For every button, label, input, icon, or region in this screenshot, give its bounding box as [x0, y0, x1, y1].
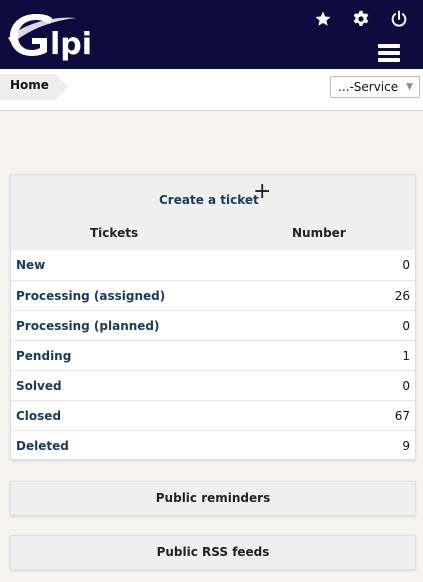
top-bar: lpi: [0, 0, 423, 69]
gear-icon[interactable]: [350, 8, 372, 30]
ticket-count: 0: [402, 379, 410, 393]
ticket-count: 0: [402, 319, 410, 333]
glpi-logo[interactable]: lpi: [6, 8, 98, 62]
public-reminders-label: Public reminders: [155, 491, 271, 505]
entity-select[interactable]: ...-Service ▼: [330, 76, 420, 98]
tickets-panel: Create a ticket + Tickets Number New 0 P…: [10, 174, 416, 460]
table-row: Processing (planned) 0: [11, 310, 415, 340]
star-icon[interactable]: [312, 8, 334, 30]
ticket-count: 0: [402, 258, 410, 272]
tickets-panel-header: Create a ticket + Tickets Number: [11, 175, 415, 250]
power-icon[interactable]: [388, 8, 410, 30]
svg-text:lpi: lpi: [50, 27, 92, 62]
public-rss-feeds-label: Public RSS feeds: [156, 545, 270, 559]
ticket-status-link[interactable]: Solved: [16, 379, 62, 393]
ticket-status-link[interactable]: New: [16, 258, 45, 272]
chevron-down-icon: ▼: [406, 82, 413, 92]
ticket-status-link[interactable]: Processing (assigned): [16, 289, 165, 303]
table-row: Pending 1: [11, 340, 415, 370]
breadcrumb-home[interactable]: Home: [0, 74, 68, 100]
ticket-status-link[interactable]: Closed: [16, 409, 61, 423]
entity-select-value: ...-Service: [338, 80, 399, 94]
table-row: Solved 0: [11, 370, 415, 400]
menu-icon[interactable]: [376, 41, 402, 63]
ticket-count: 67: [394, 409, 410, 423]
ticket-status-link[interactable]: Pending: [16, 349, 71, 363]
ticket-status-link[interactable]: Processing (planned): [16, 319, 160, 333]
ticket-count: 9: [402, 439, 410, 453]
public-rss-feeds-panel[interactable]: Public RSS feeds: [10, 535, 416, 570]
public-reminders-panel[interactable]: Public reminders: [10, 481, 416, 516]
tickets-table: New 0 Processing (assigned) 26 Processin…: [11, 250, 415, 460]
table-row: New 0: [11, 250, 415, 280]
ticket-status-link[interactable]: Deleted: [16, 439, 69, 453]
column-header-tickets: Tickets: [90, 226, 139, 240]
ticket-count: 1: [402, 349, 410, 363]
column-header-number: Number: [292, 226, 346, 240]
ticket-count: 26: [394, 289, 410, 303]
table-row: Closed 67: [11, 400, 415, 430]
plus-icon: +: [253, 179, 272, 204]
create-ticket-label: Create a ticket: [159, 193, 259, 207]
table-row: Processing (assigned) 26: [11, 280, 415, 310]
table-row: Deleted 9: [11, 430, 415, 460]
